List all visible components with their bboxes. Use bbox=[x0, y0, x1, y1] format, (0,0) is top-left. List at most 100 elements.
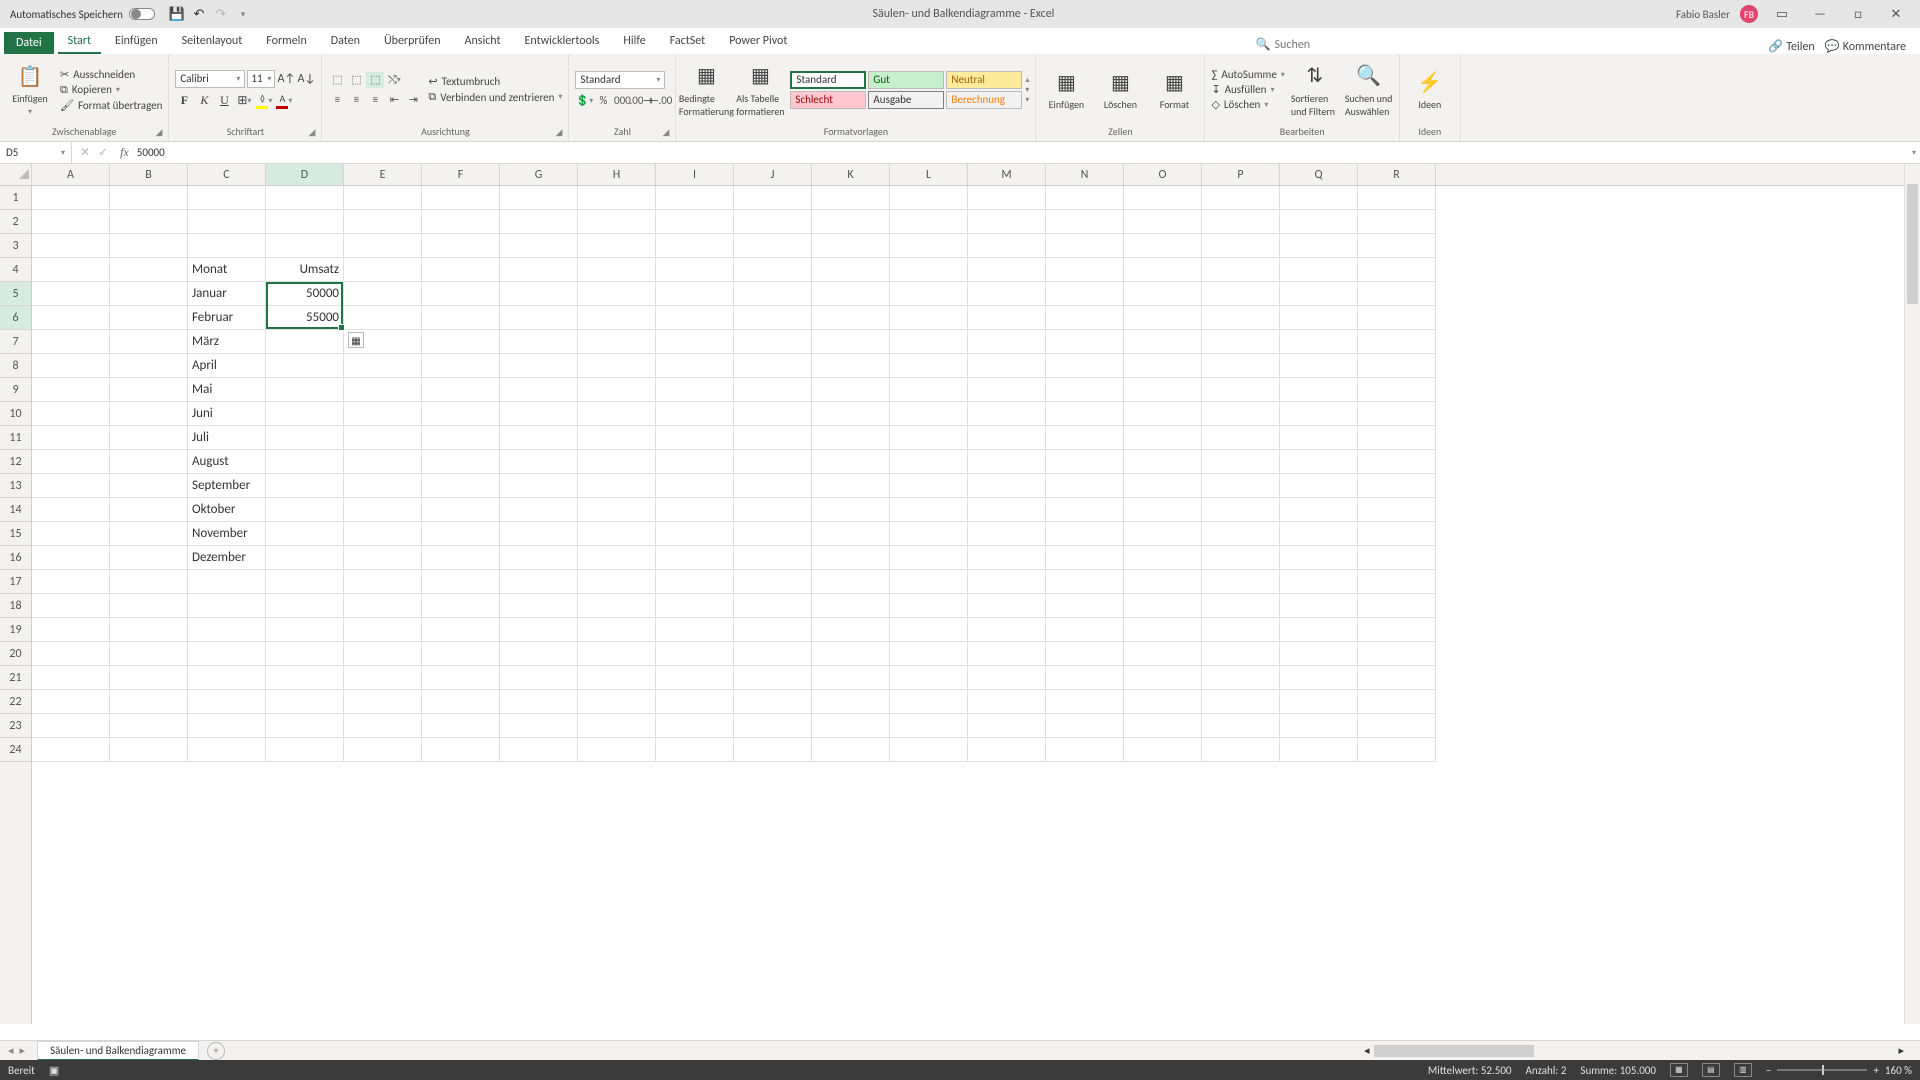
row-header[interactable]: 21 bbox=[0, 666, 31, 690]
cell[interactable] bbox=[344, 474, 422, 498]
cell[interactable] bbox=[1202, 258, 1280, 282]
cell[interactable] bbox=[1124, 522, 1202, 546]
cell[interactable] bbox=[1280, 282, 1358, 306]
cell[interactable] bbox=[1202, 474, 1280, 498]
cell[interactable] bbox=[422, 738, 500, 762]
cell[interactable] bbox=[1280, 186, 1358, 210]
column-header[interactable]: I bbox=[656, 164, 734, 185]
cell[interactable] bbox=[1358, 186, 1436, 210]
font-name-dropdown[interactable]: Calibri▾ bbox=[175, 70, 245, 88]
cell[interactable] bbox=[32, 642, 110, 666]
row-header[interactable]: 19 bbox=[0, 618, 31, 642]
cell[interactable] bbox=[734, 690, 812, 714]
select-all-corner[interactable] bbox=[0, 164, 32, 186]
clear-button[interactable]: ◇Löschen▾ bbox=[1211, 98, 1284, 111]
cell[interactable] bbox=[1358, 354, 1436, 378]
cell[interactable] bbox=[1280, 450, 1358, 474]
cell[interactable] bbox=[578, 306, 656, 330]
cell[interactable] bbox=[500, 234, 578, 258]
cell[interactable] bbox=[734, 498, 812, 522]
column-header[interactable]: Q bbox=[1280, 164, 1358, 185]
cell[interactable]: Monat bbox=[188, 258, 266, 282]
cell[interactable] bbox=[578, 234, 656, 258]
fill-button[interactable]: ↧Ausfüllen▾ bbox=[1211, 83, 1284, 96]
cell[interactable] bbox=[110, 258, 188, 282]
cell[interactable] bbox=[578, 450, 656, 474]
cell[interactable] bbox=[1358, 378, 1436, 402]
cell[interactable] bbox=[1358, 402, 1436, 426]
merge-center-button[interactable]: ⧉Verbinden und zentrieren▾ bbox=[428, 90, 562, 104]
expand-formula-bar-icon[interactable]: ▾ bbox=[1908, 148, 1920, 158]
cell[interactable] bbox=[188, 570, 266, 594]
cell[interactable] bbox=[968, 690, 1046, 714]
cell[interactable] bbox=[344, 426, 422, 450]
cell[interactable] bbox=[734, 618, 812, 642]
cell[interactable] bbox=[1046, 378, 1124, 402]
cell[interactable] bbox=[110, 186, 188, 210]
cell[interactable] bbox=[1280, 570, 1358, 594]
cell[interactable] bbox=[578, 258, 656, 282]
cell[interactable] bbox=[578, 402, 656, 426]
cell[interactable] bbox=[1046, 666, 1124, 690]
cell[interactable] bbox=[812, 258, 890, 282]
cell[interactable] bbox=[968, 426, 1046, 450]
cell[interactable] bbox=[734, 354, 812, 378]
cell[interactable] bbox=[1046, 618, 1124, 642]
cell[interactable] bbox=[812, 498, 890, 522]
cell[interactable] bbox=[422, 258, 500, 282]
cell[interactable] bbox=[1358, 258, 1436, 282]
cell[interactable] bbox=[1124, 642, 1202, 666]
cell[interactable] bbox=[188, 618, 266, 642]
cell[interactable] bbox=[1046, 570, 1124, 594]
normal-view-icon[interactable]: ▦ bbox=[1670, 1063, 1688, 1077]
cell[interactable] bbox=[890, 522, 968, 546]
orientation-icon[interactable]: ⤭▾ bbox=[385, 72, 403, 88]
cell[interactable] bbox=[500, 666, 578, 690]
cell[interactable] bbox=[968, 618, 1046, 642]
formula-input[interactable]: 50000 bbox=[133, 146, 1908, 159]
column-header[interactable]: H bbox=[578, 164, 656, 185]
cell[interactable] bbox=[1280, 402, 1358, 426]
cell[interactable]: Mai bbox=[188, 378, 266, 402]
cell[interactable]: Juni bbox=[188, 402, 266, 426]
decrease-font-icon[interactable]: A↓ bbox=[297, 70, 315, 88]
cell[interactable] bbox=[266, 354, 344, 378]
cell[interactable] bbox=[578, 378, 656, 402]
column-header[interactable]: K bbox=[812, 164, 890, 185]
fill-color-button[interactable]: ◊▾ bbox=[255, 92, 273, 110]
cell[interactable] bbox=[1280, 642, 1358, 666]
row-header[interactable]: 18 bbox=[0, 594, 31, 618]
align-right-icon[interactable]: ≡ bbox=[366, 92, 384, 108]
row-header[interactable]: 16 bbox=[0, 546, 31, 570]
cell[interactable] bbox=[110, 474, 188, 498]
column-header[interactable]: G bbox=[500, 164, 578, 185]
cell[interactable] bbox=[422, 690, 500, 714]
cell[interactable] bbox=[110, 738, 188, 762]
column-header[interactable]: A bbox=[32, 164, 110, 185]
cell[interactable] bbox=[1124, 330, 1202, 354]
cell[interactable] bbox=[500, 354, 578, 378]
cell[interactable] bbox=[500, 402, 578, 426]
cell[interactable] bbox=[812, 426, 890, 450]
cell[interactable] bbox=[578, 498, 656, 522]
row-header[interactable]: 24 bbox=[0, 738, 31, 762]
row-header[interactable]: 15 bbox=[0, 522, 31, 546]
cell[interactable] bbox=[1202, 330, 1280, 354]
align-left-icon[interactable]: ≡ bbox=[328, 92, 346, 108]
cell[interactable] bbox=[500, 690, 578, 714]
sort-filter-button[interactable]: ⇅Sortieren und Filtern bbox=[1291, 62, 1339, 118]
cell[interactable] bbox=[32, 474, 110, 498]
cell-style-ausgabe[interactable]: Ausgabe bbox=[868, 91, 944, 109]
cell[interactable] bbox=[1280, 258, 1358, 282]
align-middle-icon[interactable]: ⬚ bbox=[347, 72, 365, 88]
cell[interactable] bbox=[422, 642, 500, 666]
column-header[interactable]: R bbox=[1358, 164, 1436, 185]
cell[interactable] bbox=[32, 690, 110, 714]
cell[interactable] bbox=[734, 570, 812, 594]
cell[interactable] bbox=[266, 738, 344, 762]
cell[interactable] bbox=[734, 210, 812, 234]
cell[interactable] bbox=[110, 402, 188, 426]
cell[interactable] bbox=[656, 738, 734, 762]
cell[interactable] bbox=[1124, 474, 1202, 498]
cell[interactable] bbox=[422, 666, 500, 690]
